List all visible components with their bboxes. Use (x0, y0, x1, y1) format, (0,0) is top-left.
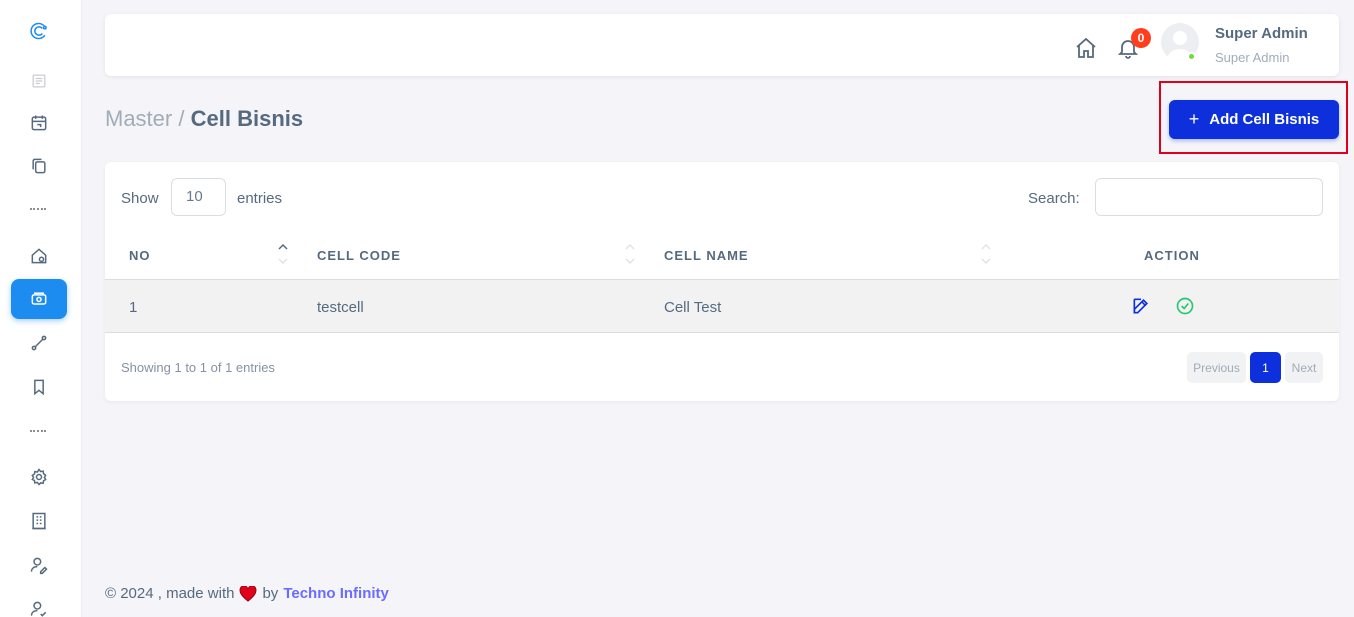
add-cell-bisnis-button[interactable]: + Add Cell Bisnis (1169, 100, 1339, 139)
gear-icon[interactable] (11, 457, 67, 497)
breadcrumb: Master / Cell Bisnis (105, 106, 303, 132)
table-info: Showing 1 to 1 of 1 entries (121, 360, 275, 375)
money-icon[interactable] (11, 279, 67, 319)
entries-select[interactable]: 10 (171, 178, 226, 216)
column-header-cell-code[interactable]: CELL CODE (317, 248, 401, 263)
check-circle-icon[interactable] (1175, 296, 1195, 316)
document-icon[interactable] (11, 61, 67, 101)
route-icon[interactable] (11, 323, 67, 363)
bookmark-icon[interactable] (11, 367, 67, 407)
page-title: Cell Bisnis (190, 106, 304, 131)
footer-text: © 2024 , made with (105, 585, 235, 602)
footer-by: by (262, 585, 279, 602)
sort-asc-icon[interactable] (277, 240, 289, 268)
user-role: Super Admin (1215, 50, 1290, 65)
cell-code: testcell (317, 299, 364, 316)
pagination-page-1[interactable]: 1 (1250, 352, 1281, 383)
home-icon[interactable] (1073, 35, 1099, 61)
heart-icon (240, 585, 257, 602)
column-header-cell-name[interactable]: CELL NAME (664, 248, 749, 263)
entries-label: entries (237, 190, 283, 207)
online-status-dot (1187, 52, 1196, 61)
breadcrumb-separator: / (178, 106, 185, 131)
search-input[interactable] (1095, 178, 1323, 216)
building-icon[interactable] (11, 501, 67, 541)
sidebar-divider (30, 208, 46, 210)
home-settings-icon[interactable] (11, 236, 67, 276)
user-name[interactable]: Super Admin (1215, 25, 1308, 42)
search-label: Search: (1028, 190, 1080, 207)
breadcrumb-parent: Master (105, 106, 173, 131)
sidebar-divider (30, 430, 46, 432)
footer: © 2024 , made with by Techno Infinity (105, 585, 389, 602)
user-check-icon[interactable] (11, 589, 67, 617)
logo-icon[interactable] (11, 11, 67, 51)
edit-icon[interactable] (1131, 296, 1151, 316)
copy-icon[interactable] (11, 146, 67, 186)
add-button-label: Add Cell Bisnis (1209, 111, 1320, 128)
notification-badge: 0 (1131, 28, 1151, 48)
top-navbar: 0 Super Admin Super Admin (105, 14, 1339, 76)
cell-no: 1 (129, 299, 138, 316)
user-edit-icon[interactable] (11, 545, 67, 585)
pagination-previous[interactable]: Previous (1187, 352, 1246, 383)
cell-name: Cell Test (664, 299, 722, 316)
pagination-next[interactable]: Next (1285, 352, 1323, 383)
footer-brand-link[interactable]: Techno Infinity (283, 585, 389, 602)
column-header-no[interactable]: NO (129, 248, 151, 263)
table-card: Show 10 entries Search: NO CELL CODE CEL… (105, 162, 1339, 401)
table-row: 1 testcell Cell Test (105, 280, 1339, 333)
sort-icon[interactable] (624, 240, 636, 268)
plus-icon: + (1188, 109, 1200, 129)
sidebar (0, 0, 82, 617)
calendar-icon[interactable] (11, 103, 67, 143)
sort-icon[interactable] (980, 240, 992, 268)
column-header-action: ACTION (1144, 248, 1200, 263)
show-label: Show (121, 190, 159, 207)
